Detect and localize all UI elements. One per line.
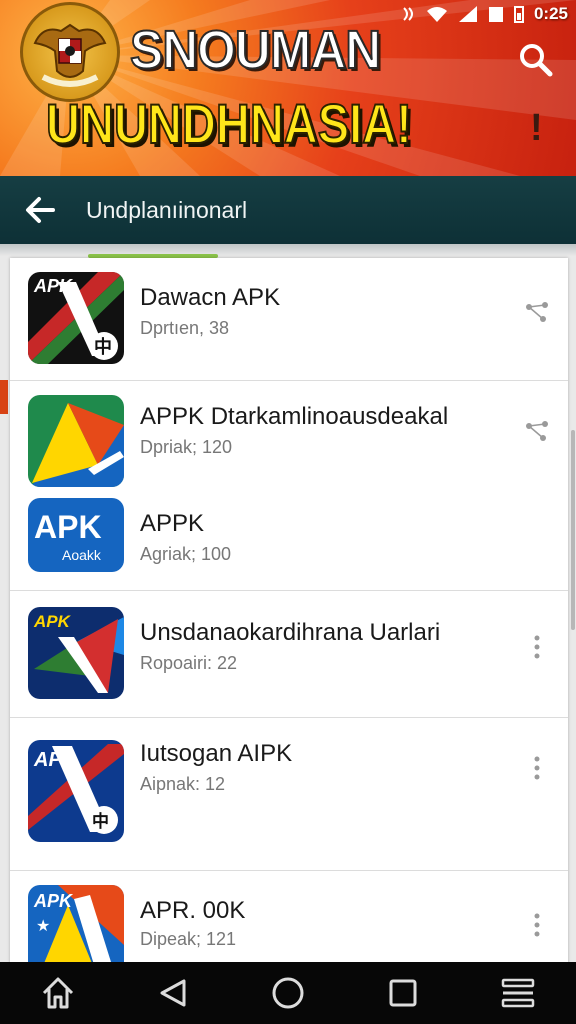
nav-back-button[interactable] <box>143 963 203 1023</box>
list-item[interactable]: APK Aoakk APPK Agriak; 100 <box>10 488 568 590</box>
nav-recents-button[interactable] <box>373 963 433 1023</box>
nfc-icon <box>403 7 413 21</box>
share-icon <box>526 421 548 441</box>
app-title: Dawacn APK <box>140 284 281 311</box>
app-subtitle: Dprtıen, 38 <box>140 318 230 338</box>
app-title: APPK <box>140 510 205 537</box>
nav-home-button[interactable] <box>28 963 88 1023</box>
svg-text:Aoakk: Aoakk <box>62 547 102 563</box>
share-icon <box>526 302 548 322</box>
svg-text:APK: APK <box>33 891 74 911</box>
back-triangle-icon <box>160 979 186 1007</box>
app-subtitle: Dipeak; 121 <box>140 929 237 949</box>
banner-subtitle: UNUNDHNASIA! <box>45 92 413 155</box>
share-button[interactable] <box>522 292 552 332</box>
apk-app-icon: APK Aoakk <box>28 498 124 572</box>
app-title: APPK Dtarkamlinoausdeakal <box>140 403 449 430</box>
header-banner: SNOUMAN UNUNDHNASIA! ! 0:25 <box>0 0 576 176</box>
recents-icon <box>389 979 417 1007</box>
nav-center-button[interactable] <box>258 963 318 1023</box>
toolbar-shadow <box>0 244 576 256</box>
nav-menu-button[interactable] <box>488 963 548 1023</box>
battery-icon <box>513 6 524 23</box>
svg-text:APK: APK <box>33 276 74 296</box>
app-subtitle: Dpriak; 120 <box>140 437 233 457</box>
overflow-menu-button[interactable] <box>522 627 552 667</box>
share-button[interactable] <box>522 411 552 451</box>
overflow-menu-button[interactable] <box>522 748 552 788</box>
svg-text:★: ★ <box>36 916 50 935</box>
svg-text:AP: AP <box>33 749 62 771</box>
app-subtitle: Agriak; 100 <box>140 544 232 564</box>
app-toolbar: Undplanıinonarl <box>0 176 576 244</box>
list-item[interactable]: AP 中 Iutsogan AIPK Aipnak: 12 <box>10 718 568 870</box>
wifi-icon <box>426 7 447 22</box>
more-vert-icon <box>534 913 540 937</box>
banner-decoration: ! <box>530 107 543 149</box>
garuda-emblem-icon <box>20 2 120 102</box>
svg-text:中: 中 <box>94 336 112 357</box>
app-title: Iutsogan AIPK <box>140 740 293 767</box>
home-icon <box>42 977 73 1009</box>
app-subtitle: Aipnak: 12 <box>140 774 226 794</box>
svg-text:中: 中 <box>92 811 109 831</box>
scrollbar[interactable] <box>571 430 575 630</box>
sim-icon <box>488 7 503 22</box>
svg-text:APK: APK <box>34 509 102 545</box>
svg-text:APK: APK <box>33 612 72 631</box>
search-button[interactable] <box>516 40 556 80</box>
app-subtitle: Ropoairi: 22 <box>140 653 238 673</box>
list-item[interactable]: APPK Dtarkamlinoausdeakal Dpriak; 120 <box>10 381 568 487</box>
overflow-menu-button[interactable] <box>522 905 552 945</box>
toolbar-title: Undplanıinonarl <box>86 196 248 223</box>
app-list: APK 中 Dawacn APK Dprtıen, 38 APPK Dtarka… <box>10 258 568 978</box>
search-icon <box>520 44 553 77</box>
apk-app-icon: APK 中 <box>28 272 124 364</box>
status-bar: 0:25 <box>400 3 568 25</box>
back-button[interactable] <box>0 176 80 244</box>
more-vert-icon <box>534 635 540 659</box>
arrow-left-icon <box>26 197 55 223</box>
more-vert-icon <box>534 756 540 780</box>
signal-icon <box>458 6 477 22</box>
system-nav-bar <box>0 962 576 1024</box>
list-item[interactable]: APK 中 Dawacn APK Dprtıen, 38 <box>10 258 568 380</box>
menu-icon <box>502 978 535 1008</box>
apk-app-icon <box>28 395 124 487</box>
app-title: APR. 00K <box>140 897 246 924</box>
app-title: Unsdanaokardihrana Uarlari <box>140 619 441 646</box>
status-time: 0:25 <box>533 4 568 23</box>
banner-title: SNOUMAN <box>129 20 382 80</box>
circle-home-icon <box>272 977 304 1009</box>
apk-app-icon: AP 中 <box>28 740 124 842</box>
left-accent <box>0 380 8 414</box>
apk-app-icon: APK <box>28 607 124 699</box>
list-item[interactable]: APK Unsdanaokardihrana Uarlari Ropoairi:… <box>10 591 568 717</box>
